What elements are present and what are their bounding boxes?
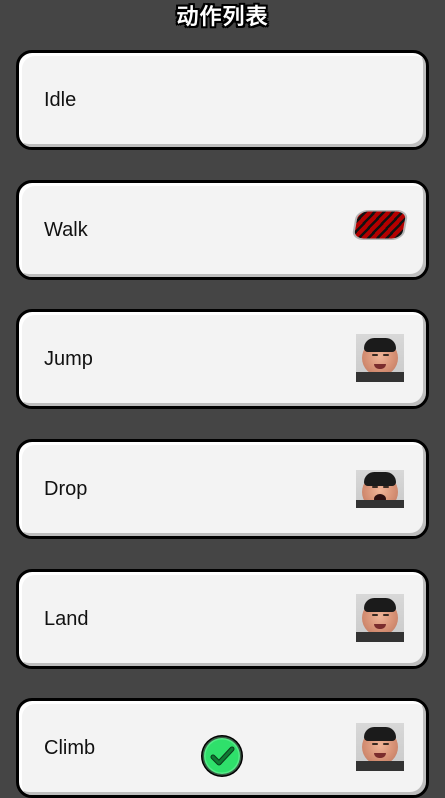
selected-check-icon (198, 732, 246, 780)
face-thumbnail-icon (356, 594, 404, 642)
action-item-label: Land (44, 608, 89, 630)
action-item-label: Idle (44, 89, 77, 111)
action-item-jump[interactable]: Jump (16, 309, 429, 409)
action-item-idle[interactable]: Idle (16, 50, 429, 150)
action-item-walk[interactable]: Walk (16, 180, 429, 280)
action-item-drop[interactable]: Drop (16, 439, 429, 539)
action-list: Idle Walk Jump Drop Land Climb (0, 0, 445, 798)
walk-sprite-icon (353, 211, 407, 239)
action-item-label: Jump (44, 348, 93, 370)
action-item-label: Climb (44, 737, 96, 759)
face-thumbnail-icon (356, 470, 404, 508)
face-thumbnail-icon (356, 723, 404, 771)
action-item-land[interactable]: Land (16, 569, 429, 669)
action-item-label: Drop (44, 478, 88, 500)
face-thumbnail-icon (356, 334, 404, 382)
action-item-label: Walk (44, 219, 88, 241)
